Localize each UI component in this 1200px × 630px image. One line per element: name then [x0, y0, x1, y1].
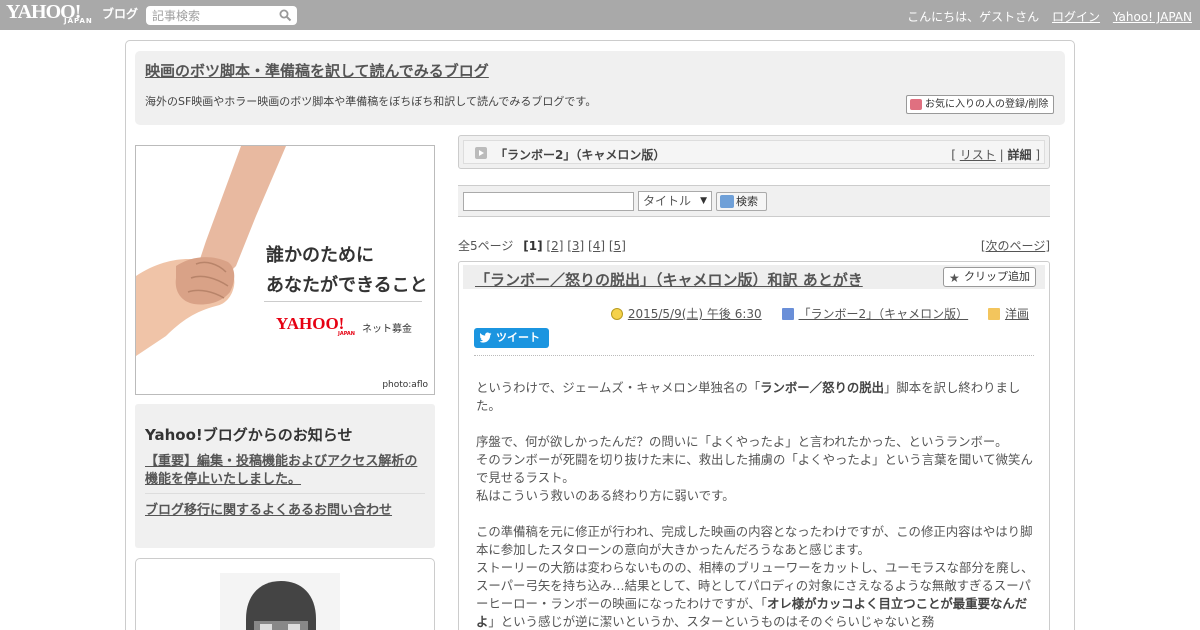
profile-box — [135, 558, 435, 630]
yahoo-blog-notice: Yahoo!ブログからのお知らせ 【重要】編集・投稿機能およびアクセス解析の機能… — [135, 404, 435, 548]
article-search-box — [146, 6, 297, 25]
search-scope-select[interactable]: タイトル ▼ — [638, 191, 712, 211]
search-scope-value: タイトル — [643, 194, 692, 208]
notice-faq-link[interactable]: ブログ移行に関するよくあるお問い合わせ — [145, 499, 392, 518]
blog-description: 海外のSF映画やホラー映画のボツ脚本や準備稿をぼちぼち和訳して読んでみるブログで… — [145, 95, 597, 108]
twitter-bird-icon — [480, 332, 492, 343]
ad-yahoo-japan: JAPAN — [338, 331, 355, 337]
article-title[interactable]: 「ランボー／怒りの脱出」（キャメロン版）和訳 あとがき — [475, 269, 863, 290]
p1-text-a: というわけで、ジェームズ・キャメロン単独名の「 — [476, 380, 761, 395]
greeting-text: こんにちは、ゲストさん — [907, 10, 1040, 24]
blog-title[interactable]: 映画のボツ脚本・準備稿を訳して読んでみるブログ — [145, 60, 489, 81]
folder-icon — [987, 308, 1000, 320]
next-bracket-close: ] — [1045, 239, 1050, 253]
bracket-open: [ — [951, 148, 956, 162]
list-view-link[interactable]: リスト — [960, 148, 996, 162]
article-body: というわけで、ジェームズ・キャメロン単独名の「ランボー／怒りの脱出」脚本を訳し終… — [476, 379, 1038, 630]
article-search-input[interactable] — [146, 6, 271, 25]
p3-line-3: 」という感じが逆に潔いというか、スターというものはそのぐらいじゃないと務 — [488, 614, 935, 629]
yahoo-blog-logo[interactable]: YAHOO! JAPAN ブログ — [6, 2, 138, 25]
in-blog-search-input[interactable] — [463, 192, 634, 211]
notice-title: Yahoo!ブログからのお知らせ — [145, 426, 353, 444]
body-paragraph-3: この準備稿を元に修正が行われ、完成した映画の内容となったわけですが、この修正内容… — [476, 523, 1038, 630]
pagination: 全5ページ [1] [2] [3] [4] [5] — [458, 237, 626, 254]
blog-header: 映画のボツ脚本・準備稿を訳して読んでみるブログ 海外のSF映画やホラー映画のボツ… — [135, 51, 1065, 125]
p2-line-3: 私はこういう救いのある終わり方に弱いです。 — [476, 488, 735, 503]
meta-divider — [474, 355, 1034, 356]
article-category-link[interactable]: 「ランボー2」（キャメロン版） — [799, 307, 969, 321]
notice-important-link[interactable]: 【重要】編集・投稿機能およびアクセス解析の機能を停止いたしました。 — [145, 453, 429, 489]
clip-add-button[interactable]: ★ クリップ追加 — [943, 267, 1036, 287]
category-name: 「ランボー2」（キャメロン版） — [495, 148, 666, 162]
top-bar: YAHOO! JAPAN ブログ こんにちは、ゲストさん ログイン Yahoo!… — [0, 0, 1200, 30]
body-paragraph-1: というわけで、ジェームズ・キャメロン単独名の「ランボー／怒りの脱出」脚本を訳し終… — [476, 379, 1038, 415]
top-right-links: こんにちは、ゲストさん ログイン Yahoo! JAPAN — [907, 8, 1192, 25]
favorite-register-button[interactable]: お気に入りの人の登録/削除 — [906, 95, 1054, 114]
body-paragraph-2: 序盤で、何が欲しかったんだ？の問いに「よくやったよ」と言われたかった、というラン… — [476, 433, 1038, 505]
profile-avatar[interactable] — [136, 559, 435, 630]
ad-service-name: ネット募金 — [362, 324, 412, 335]
next-page-control: [次のページ] — [981, 237, 1050, 254]
notice-divider — [145, 493, 425, 494]
ad-yahoo-logo: YAHOO! — [276, 314, 345, 333]
arrow-right-icon — [475, 147, 487, 159]
page-count-label: 全5ページ — [458, 239, 514, 253]
p2-line-2: そのランボーが死闘を切り抜けた末に、救出した捕虜の「よくやったよ」という言葉を聞… — [476, 452, 1033, 485]
search-button[interactable]: 検索 — [716, 192, 767, 211]
article-genre-link[interactable]: 洋画 — [1005, 307, 1029, 321]
login-link[interactable]: ログイン — [1052, 10, 1100, 24]
page-2-link[interactable]: [2] — [546, 239, 563, 253]
in-blog-search-bar: タイトル ▼ 検索 — [458, 185, 1050, 217]
search-button-label: 検索 — [736, 195, 758, 208]
page-5-link[interactable]: [5] — [609, 239, 626, 253]
article-meta: 2015/5/9(土) 午後 6:30 「ランボー2」（キャメロン版） 洋画 — [595, 305, 1029, 322]
ad-line-2: あなたができること — [266, 275, 428, 296]
clip-add-label: クリップ追加 — [964, 270, 1030, 283]
ad-divider — [264, 301, 422, 302]
article-header: 「ランボー／怒りの脱出」（キャメロン版）和訳 あとがき ★ クリップ追加 — [463, 265, 1045, 289]
star-icon: ★ — [949, 271, 960, 285]
category-view-links: [ リスト | 詳細 ] — [951, 146, 1040, 163]
p1-bold: ランボー／怒りの脱出 — [760, 380, 885, 395]
clock-icon — [610, 308, 623, 320]
next-page-link[interactable]: 次のページ — [986, 239, 1046, 253]
separator: | — [999, 148, 1004, 162]
ad-line-1: 誰かのために — [266, 245, 374, 266]
detail-view-label: 詳細 — [1007, 148, 1032, 162]
favorite-register-label: お気に入りの人の登録/削除 — [925, 99, 1049, 110]
yahoo-donation-ad[interactable]: 誰かのために あなたができること YAHOO! JAPAN ネット募金 phot… — [135, 145, 435, 395]
dropdown-arrow-icon: ▼ — [700, 196, 707, 206]
logo-japan: JAPAN — [64, 17, 93, 25]
ad-photo-credit: photo:aflo — [382, 380, 428, 390]
tweet-button[interactable]: ツイート — [474, 328, 549, 348]
search-icon[interactable] — [279, 9, 292, 22]
logo-blog: ブログ — [102, 7, 139, 21]
heart-icon — [910, 99, 922, 110]
magnifier-icon — [720, 195, 734, 208]
article-date-link[interactable]: 2015/5/9(土) 午後 6:30 — [628, 307, 762, 321]
tweet-label: ツイート — [496, 331, 540, 344]
book-icon — [781, 308, 794, 320]
p3-line-1: この準備稿を元に修正が行われ、完成した映画の内容となったわけですが、この修正内容… — [476, 524, 1033, 557]
page-3-link[interactable]: [3] — [567, 239, 584, 253]
p2-line-1: 序盤で、何が欲しかったんだ？の問いに「よくやったよ」と言われたかった、というラン… — [476, 434, 1008, 449]
article: 「ランボー／怒りの脱出」（キャメロン版）和訳 あとがき ★ クリップ追加 201… — [458, 261, 1050, 630]
page-4-link[interactable]: [4] — [588, 239, 605, 253]
category-bar: 「ランボー2」（キャメロン版） [ リスト | 詳細 ] — [458, 135, 1050, 169]
current-page: [1] — [523, 239, 543, 253]
bracket-close: ] — [1035, 148, 1040, 162]
yahoo-japan-link[interactable]: Yahoo! JAPAN — [1113, 10, 1192, 24]
